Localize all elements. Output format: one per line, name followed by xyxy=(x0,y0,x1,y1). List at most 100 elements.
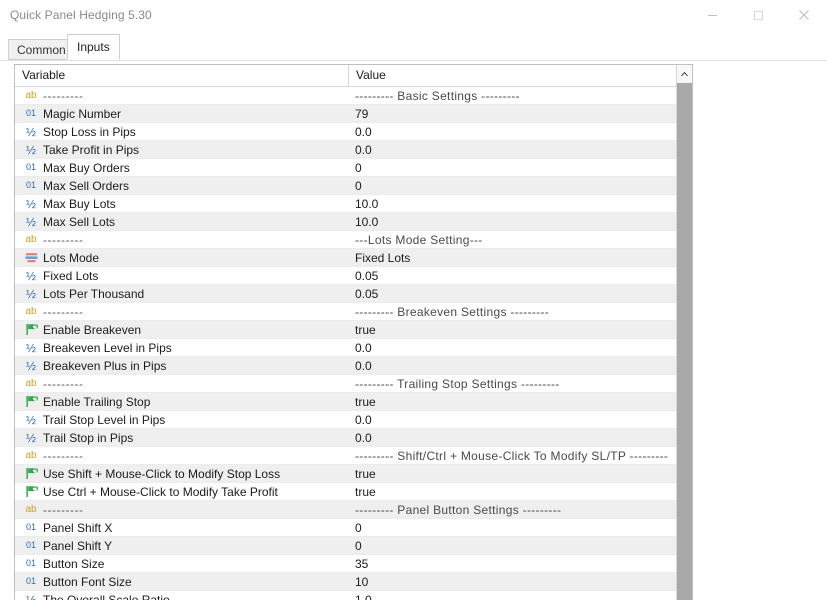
maximize-button[interactable] xyxy=(735,0,781,30)
column-header-variable[interactable]: Variable xyxy=(15,65,348,86)
variable-cell[interactable]: 01 Max Sell Orders xyxy=(15,177,348,194)
table-row[interactable]: ½ Take Profit in Pips 0.0 xyxy=(15,141,692,159)
value-cell[interactable]: --------- Basic Settings --------- xyxy=(348,87,692,104)
table-row[interactable]: Use Shift + Mouse-Click to Modify Stop L… xyxy=(15,465,692,483)
variable-cell[interactable]: ½ Max Sell Lots xyxy=(15,213,348,230)
table-row[interactable]: ab --------- --------- Basic Settings ----… xyxy=(15,87,692,105)
table-row[interactable]: ½ Breakeven Level in Pips 0.0 xyxy=(15,339,692,357)
value-cell[interactable]: true xyxy=(348,483,692,500)
table-row[interactable]: 01 Max Sell Orders 0 xyxy=(15,177,692,195)
table-row[interactable]: ½ Fixed Lots 0.05 xyxy=(15,267,692,285)
value-cell[interactable]: 0.0 xyxy=(348,339,692,356)
variable-cell[interactable]: ab --------- xyxy=(15,447,348,464)
variable-cell[interactable]: ½ Max Buy Lots xyxy=(15,195,348,212)
table-row[interactable]: ab --------- --------- Shift/Ctrl + Mouse-… xyxy=(15,447,692,465)
close-button[interactable] xyxy=(781,0,827,30)
table-row[interactable]: Use Ctrl + Mouse-Click to Modify Take Pr… xyxy=(15,483,692,501)
table-row[interactable]: 01 Magic Number 79 xyxy=(15,105,692,123)
variable-cell[interactable]: ½ Take Profit in Pips xyxy=(15,141,348,158)
minimize-button[interactable] xyxy=(689,0,735,30)
variable-cell[interactable]: ab --------- xyxy=(15,375,348,392)
table-row[interactable]: 01 Button Size 35 xyxy=(15,555,692,573)
value-cell[interactable]: 0 xyxy=(348,519,692,536)
value-cell[interactable]: ---Lots Mode Setting--- xyxy=(348,231,692,248)
table-row[interactable]: ½ The Overall Scale Ratio 1.0 xyxy=(15,591,692,600)
value-cell[interactable]: --------- Breakeven Settings --------- xyxy=(348,303,692,320)
variable-cell[interactable]: Enable Breakeven xyxy=(15,321,348,338)
vertical-scrollbar[interactable] xyxy=(676,65,692,600)
table-row[interactable]: 01 Max Buy Orders 0 xyxy=(15,159,692,177)
variable-cell[interactable]: 01 Panel Shift Y xyxy=(15,537,348,554)
table-row[interactable]: ab --------- --------- Panel Button Settin… xyxy=(15,501,692,519)
table-row[interactable]: ½ Max Buy Lots 10.0 xyxy=(15,195,692,213)
variable-cell[interactable]: ½ Breakeven Level in Pips xyxy=(15,339,348,356)
variable-cell[interactable]: ½ The Overall Scale Ratio xyxy=(15,591,348,600)
variable-cell[interactable]: Enable Trailing Stop xyxy=(15,393,348,410)
variable-cell[interactable]: 01 Panel Shift X xyxy=(15,519,348,536)
variable-cell[interactable]: 01 Button Size xyxy=(15,555,348,572)
variable-cell[interactable]: 01 Magic Number xyxy=(15,105,348,122)
tab-inputs[interactable]: Inputs xyxy=(67,34,120,60)
value-cell[interactable]: 0.0 xyxy=(348,141,692,158)
value-cell[interactable]: 0 xyxy=(348,177,692,194)
value-cell[interactable]: 0.0 xyxy=(348,411,692,428)
variable-cell[interactable]: Use Ctrl + Mouse-Click to Modify Take Pr… xyxy=(15,483,348,500)
table-row[interactable]: ½ Stop Loss in Pips 0.0 xyxy=(15,123,692,141)
table-row[interactable]: 01 Panel Shift X 0 xyxy=(15,519,692,537)
value-cell[interactable]: --------- Trailing Stop Settings -------… xyxy=(348,375,692,392)
value-cell[interactable]: 10.0 xyxy=(348,213,692,230)
variable-cell[interactable]: Use Shift + Mouse-Click to Modify Stop L… xyxy=(15,465,348,482)
scrollbar-thumb[interactable] xyxy=(677,83,692,600)
variable-cell[interactable]: ab --------- xyxy=(15,87,348,104)
table-row[interactable]: ½ Trail Stop in Pips 0.0 xyxy=(15,429,692,447)
table-row[interactable]: 01 Button Font Size 10 xyxy=(15,573,692,591)
variable-cell[interactable]: ½ Stop Loss in Pips xyxy=(15,123,348,140)
variable-cell[interactable]: ½ Lots Per Thousand xyxy=(15,285,348,302)
value-cell[interactable]: 10 xyxy=(348,573,692,590)
value-cell[interactable]: 10.0 xyxy=(348,195,692,212)
variable-label: Take Profit in Pips xyxy=(43,142,140,157)
value-cell[interactable]: 35 xyxy=(348,555,692,572)
variable-cell[interactable]: 01 Button Font Size xyxy=(15,573,348,590)
variable-cell[interactable]: ab --------- xyxy=(15,501,348,518)
table-row[interactable]: ½ Lots Per Thousand 0.05 xyxy=(15,285,692,303)
table-row[interactable]: Enable Breakeven true xyxy=(15,321,692,339)
table-row[interactable]: Lots Mode Fixed Lots xyxy=(15,249,692,267)
variable-cell[interactable]: ½ Breakeven Plus in Pips xyxy=(15,357,348,374)
value-cell[interactable]: 1.0 xyxy=(348,591,692,600)
variable-cell[interactable]: Lots Mode xyxy=(15,249,348,266)
table-row[interactable]: ab --------- ---Lots Mode Setting--- xyxy=(15,231,692,249)
value-cell[interactable]: true xyxy=(348,393,692,410)
variable-cell[interactable]: ½ Trail Stop in Pips xyxy=(15,429,348,446)
variable-cell[interactable]: ½ Trail Stop Level in Pips xyxy=(15,411,348,428)
variable-cell[interactable]: 01 Max Buy Orders xyxy=(15,159,348,176)
value-cell[interactable]: true xyxy=(348,321,692,338)
variable-label: --------- xyxy=(43,232,84,247)
value-cell[interactable]: 0.0 xyxy=(348,357,692,374)
value-cell[interactable]: Fixed Lots xyxy=(348,249,692,266)
scroll-up-button[interactable] xyxy=(677,65,692,82)
table-row[interactable]: ab --------- --------- Trailing Stop Setti… xyxy=(15,375,692,393)
value-cell[interactable]: 0.05 xyxy=(348,267,692,284)
table-row[interactable]: ½ Trail Stop Level in Pips 0.0 xyxy=(15,411,692,429)
table-row[interactable]: ½ Max Sell Lots 10.0 xyxy=(15,213,692,231)
value-cell[interactable]: 0 xyxy=(348,159,692,176)
value-cell[interactable]: 79 xyxy=(348,105,692,122)
value-cell[interactable]: 0 xyxy=(348,537,692,554)
integer-type-icon: 01 xyxy=(25,180,36,190)
value-cell[interactable]: --------- Shift/Ctrl + Mouse-Click To Mo… xyxy=(348,447,692,464)
value-cell[interactable]: 0.0 xyxy=(348,123,692,140)
variable-cell[interactable]: ab --------- xyxy=(15,231,348,248)
value-cell[interactable]: --------- Panel Button Settings --------… xyxy=(348,501,692,518)
table-row[interactable]: Enable Trailing Stop true xyxy=(15,393,692,411)
variable-cell[interactable]: ab --------- xyxy=(15,303,348,320)
value-cell[interactable]: true xyxy=(348,465,692,482)
tab-common[interactable]: Common xyxy=(8,39,75,60)
table-row[interactable]: ½ Breakeven Plus in Pips 0.0 xyxy=(15,357,692,375)
table-row[interactable]: ab --------- --------- Breakeven Settings … xyxy=(15,303,692,321)
value-cell[interactable]: 0.0 xyxy=(348,429,692,446)
value-cell[interactable]: 0.05 xyxy=(348,285,692,302)
table-row[interactable]: 01 Panel Shift Y 0 xyxy=(15,537,692,555)
variable-cell[interactable]: ½ Fixed Lots xyxy=(15,267,348,284)
column-header-value[interactable]: Value xyxy=(348,65,678,86)
